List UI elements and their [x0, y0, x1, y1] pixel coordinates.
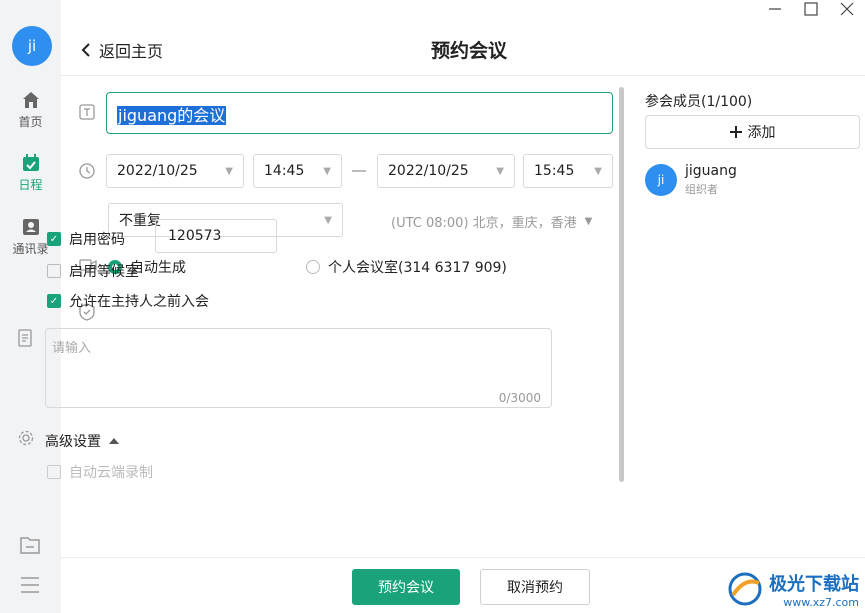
- time-separator: [352, 170, 366, 172]
- start-time-select[interactable]: 14:45 ▼: [253, 154, 342, 188]
- triangle-up-icon: [109, 438, 119, 444]
- description-count: 0/3000: [498, 391, 541, 405]
- checkbox-label: 允许在主持人之前入会: [69, 294, 209, 310]
- sidebar-item-home[interactable]: 首页: [0, 90, 61, 130]
- sidebar-item-schedule[interactable]: 日程: [0, 153, 61, 193]
- member-avatar: ji: [645, 164, 677, 196]
- clock-icon: [79, 163, 95, 183]
- members-title: 参会成员(1/100): [645, 94, 753, 110]
- close-icon[interactable]: [829, 0, 865, 18]
- page-title: 预约会议: [430, 40, 507, 62]
- member-name: jiguang: [685, 163, 737, 179]
- members-panel: 参会成员(1/100) 添加 ji jiguang 组织者: [631, 77, 865, 557]
- start-date-select[interactable]: 2022/10/25 ▼: [106, 154, 244, 188]
- user-avatar[interactable]: ji: [12, 26, 52, 66]
- end-time-select[interactable]: 15:45 ▼: [523, 154, 613, 188]
- radio-label: 个人会议室(314 6317 909): [328, 260, 507, 276]
- window-controls: [757, 0, 865, 18]
- checkbox-join-before-host[interactable]: ✓ 允许在主持人之前入会: [47, 291, 209, 311]
- meeting-title-text: jiguang的会议: [117, 106, 227, 125]
- gear-icon: [18, 430, 34, 450]
- chevron-down-icon: ▼: [584, 216, 593, 227]
- end-date-select[interactable]: 2022/10/25 ▼: [377, 154, 515, 188]
- footer: 预约会议 取消预约 极光下载站 www.xz7.com: [61, 557, 865, 613]
- sidebar-item-label: 通讯录: [12, 242, 49, 256]
- timezone-value: (UTC 08:00) 北京，重庆，香港: [391, 216, 577, 231]
- chevron-down-icon: ▼: [594, 165, 602, 177]
- checkbox-box: [47, 264, 61, 278]
- meeting-form: jiguang的会议 2022/10/25 ▼ 14:45 ▼ 2022/10/25…: [61, 77, 626, 557]
- aurora-logo-icon: [728, 572, 762, 606]
- checkbox-label: 启用等候室: [69, 264, 139, 280]
- document-icon: [18, 329, 32, 351]
- checkbox-enable-password[interactable]: ✓ 启用密码: [47, 229, 125, 249]
- menu-icon[interactable]: [19, 575, 41, 599]
- timezone-select[interactable]: (UTC 08:00) 北京，重庆，香港 ▼: [391, 212, 592, 231]
- start-date-value: 2022/10/25: [117, 163, 198, 179]
- chevron-down-icon: ▼: [496, 165, 504, 177]
- home-icon: [22, 92, 39, 108]
- watermark-name: 极光下载站: [769, 573, 859, 595]
- plus-icon: [729, 126, 742, 138]
- check-icon: ✓: [47, 232, 61, 246]
- member-role: 组织者: [685, 183, 718, 196]
- end-time-value: 15:45: [534, 163, 575, 179]
- meeting-title-input[interactable]: jiguang的会议: [106, 92, 613, 134]
- add-member-button[interactable]: 添加: [645, 115, 860, 149]
- watermark-url: www.xz7.com: [783, 595, 859, 609]
- end-date-value: 2022/10/25: [388, 163, 469, 179]
- minimize-icon[interactable]: [757, 0, 793, 18]
- cancel-meeting-button[interactable]: 取消预约: [480, 569, 590, 605]
- folder-icon[interactable]: [19, 535, 41, 559]
- description-textarea[interactable]: 请输入 0/3000: [45, 328, 552, 408]
- sidebar-item-label: 首页: [18, 115, 43, 129]
- advanced-settings-toggle[interactable]: 高级设置: [45, 431, 119, 451]
- chevron-down-icon: ▼: [323, 165, 331, 177]
- chevron-down-icon: ▼: [225, 165, 233, 177]
- radio-personal-room[interactable]: 个人会议室(314 6317 909): [306, 257, 507, 277]
- start-time-value: 14:45: [264, 163, 305, 179]
- checkbox-label: 启用密码: [69, 232, 125, 248]
- contacts-icon: [22, 219, 39, 235]
- text-icon: [79, 104, 95, 124]
- calendar-icon: [22, 154, 39, 171]
- form-scrollbar[interactable]: [619, 87, 624, 482]
- password-input[interactable]: 120573: [155, 219, 277, 253]
- description-placeholder: 请输入: [52, 341, 92, 356]
- checkbox-label: 自动云端录制: [69, 465, 153, 481]
- check-icon: ✓: [47, 294, 61, 308]
- watermark-logo: 极光下载站 www.xz7.com: [725, 569, 859, 609]
- add-member-label: 添加: [747, 125, 776, 141]
- member-item[interactable]: ji jiguang 组织者: [645, 163, 737, 197]
- checkbox-box: [47, 465, 61, 479]
- confirm-meeting-button[interactable]: 预约会议: [352, 569, 460, 605]
- advanced-settings-label: 高级设置: [45, 434, 101, 450]
- radio-dot: [306, 260, 320, 274]
- header: 返回主页 预约会议: [61, 18, 865, 76]
- checkbox-cloud-record[interactable]: 自动云端录制: [47, 462, 153, 482]
- maximize-icon[interactable]: [793, 0, 829, 18]
- chevron-down-icon: ▼: [324, 214, 332, 226]
- checkbox-waiting-room[interactable]: 启用等候室: [47, 261, 139, 281]
- sidebar-item-label: 日程: [18, 178, 43, 192]
